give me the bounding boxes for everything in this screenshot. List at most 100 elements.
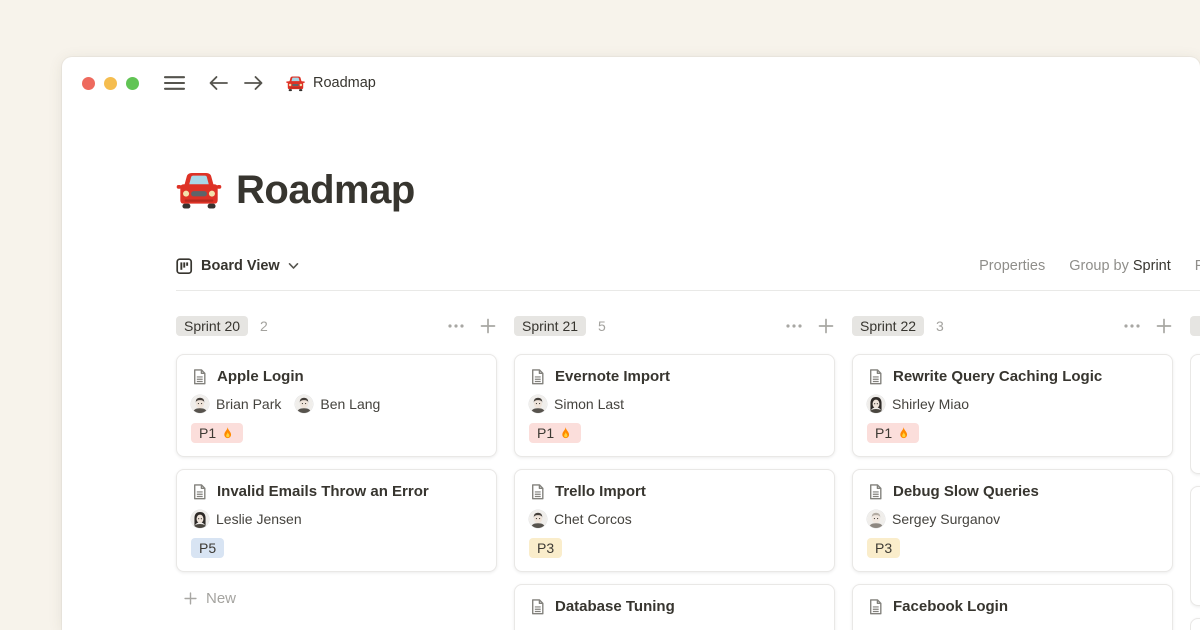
column-sprint-20: Sprint 20 2 Apple Login	[176, 314, 497, 630]
card-title-text: Debug Slow Queries	[893, 483, 1039, 500]
page-icon	[529, 598, 546, 615]
fire-icon	[558, 426, 573, 441]
column-count: 2	[260, 318, 268, 334]
assignee: Brian Park	[191, 395, 281, 413]
page-icon	[529, 368, 546, 385]
view-toolbar: Board View Properties Group bySprint Fil…	[176, 253, 1200, 279]
card-database-tuning[interactable]: Database Tuning	[514, 584, 835, 630]
column-more-icon[interactable]	[1123, 317, 1141, 335]
column-label-badge[interactable]: Sprint 22	[852, 316, 924, 336]
card-title-text: Trello Import	[555, 483, 646, 500]
car-icon	[286, 74, 305, 93]
column-sprint-21: Sprint 21 5 Evernote Import	[514, 314, 835, 630]
card-title-text: Facebook Login	[893, 598, 1008, 615]
priority-badge: P1	[529, 423, 581, 443]
column-add-icon[interactable]	[817, 317, 835, 335]
column-label-badge[interactable]: Sprint 20	[176, 316, 248, 336]
group-by-button[interactable]: Group bySprint	[1069, 258, 1171, 274]
assignee: Sergey Surganov	[867, 510, 1000, 528]
column-more-icon[interactable]	[447, 317, 465, 335]
priority-badge: P3	[529, 538, 562, 558]
avatar	[867, 510, 885, 528]
assignee-name: Chet Corcos	[554, 511, 632, 527]
avatar	[529, 510, 547, 528]
column-label-badge[interactable]	[1190, 316, 1200, 336]
page-icon	[867, 483, 884, 500]
assignee: Chet Corcos	[529, 510, 632, 528]
page-icon	[191, 483, 208, 500]
card-trello-import[interactable]: Trello Import Chet Corcos P3	[514, 469, 835, 572]
page-icon	[529, 483, 546, 500]
toolbar-right: Properties Group bySprint Filter	[979, 258, 1200, 274]
avatar	[295, 395, 313, 413]
fire-icon	[220, 426, 235, 441]
app-window: Roadmap Roadmap Board View Properties Gr…	[62, 57, 1200, 630]
chevron-down-icon	[288, 262, 299, 270]
screenshot-root: Roadmap Roadmap Board View Properties Gr…	[0, 0, 1200, 630]
column-header: Sprint 20 2	[176, 314, 497, 338]
card-invalid-emails[interactable]: Invalid Emails Throw an Error Leslie Jen…	[176, 469, 497, 572]
filter-button[interactable]: Filter	[1195, 258, 1200, 274]
card-rewrite-query-caching[interactable]: Rewrite Query Caching Logic Shirley Miao…	[852, 354, 1173, 457]
assignee-name: Brian Park	[216, 396, 281, 412]
titlebar: Roadmap	[62, 57, 1200, 109]
assignee-name: Ben Lang	[320, 396, 380, 412]
board-view-icon	[176, 258, 193, 275]
card-title-text: Database Tuning	[555, 598, 675, 615]
traffic-lights	[82, 77, 139, 90]
page-title-text: Roadmap	[236, 168, 415, 213]
column-count: 3	[936, 318, 944, 334]
kanban-board: Sprint 20 2 Apple Login	[176, 314, 1200, 630]
board-view-switcher[interactable]: Board View	[176, 258, 299, 275]
minimize-window-button[interactable]	[104, 77, 117, 90]
page-icon	[867, 598, 884, 615]
new-card-button[interactable]: New	[176, 590, 497, 607]
priority-badge: P3	[867, 538, 900, 558]
card-title-text: Rewrite Query Caching Logic	[893, 368, 1102, 385]
assignee: Shirley Miao	[867, 395, 969, 413]
breadcrumb-title: Roadmap	[313, 75, 376, 91]
card-partial[interactable]	[1190, 354, 1200, 474]
card-evernote-import[interactable]: Evernote Import Simon Last P1	[514, 354, 835, 457]
card-title-text: Evernote Import	[555, 368, 670, 385]
column-label-badge[interactable]: Sprint 21	[514, 316, 586, 336]
column-header	[1190, 314, 1200, 338]
column-add-icon[interactable]	[1155, 317, 1173, 335]
back-arrow-icon[interactable]	[208, 75, 229, 91]
card-title-text: Apple Login	[217, 368, 304, 385]
column-add-icon[interactable]	[479, 317, 497, 335]
properties-button[interactable]: Properties	[979, 258, 1045, 274]
assignee-name: Shirley Miao	[892, 396, 969, 412]
sidebar-menu-icon[interactable]	[163, 74, 186, 92]
assignee: Ben Lang	[295, 395, 380, 413]
avatar	[529, 395, 547, 413]
group-by-value: Sprint	[1133, 258, 1171, 274]
card-debug-slow-queries[interactable]: Debug Slow Queries Sergey Surganov P3	[852, 469, 1173, 572]
card-partial[interactable]	[1190, 618, 1200, 630]
assignee: Simon Last	[529, 395, 624, 413]
column-sprint-22: Sprint 22 3 Rewrite Query Caching Logic	[852, 314, 1173, 630]
avatar	[867, 395, 885, 413]
card-partial[interactable]	[1190, 486, 1200, 606]
car-icon	[176, 167, 222, 213]
close-window-button[interactable]	[82, 77, 95, 90]
avatar	[191, 395, 209, 413]
card-facebook-login[interactable]: Facebook Login	[852, 584, 1173, 630]
card-apple-login[interactable]: Apple Login Brian Park Ben Lang	[176, 354, 497, 457]
assignee-name: Sergey Surganov	[892, 511, 1000, 527]
assignee-name: Simon Last	[554, 396, 624, 412]
forward-arrow-icon[interactable]	[243, 75, 264, 91]
column-count: 5	[598, 318, 606, 334]
priority-badge: P1	[867, 423, 919, 443]
avatar	[191, 510, 209, 528]
column-next-partial	[1190, 314, 1200, 630]
page-icon	[191, 368, 208, 385]
column-more-icon[interactable]	[785, 317, 803, 335]
plus-icon	[183, 591, 198, 606]
page-title: Roadmap	[176, 167, 1200, 213]
page-content: Roadmap Board View Properties Group bySp…	[176, 109, 1200, 630]
breadcrumb[interactable]: Roadmap	[286, 74, 376, 93]
toolbar-divider	[176, 290, 1200, 291]
zoom-window-button[interactable]	[126, 77, 139, 90]
assignee-name: Leslie Jensen	[216, 511, 302, 527]
